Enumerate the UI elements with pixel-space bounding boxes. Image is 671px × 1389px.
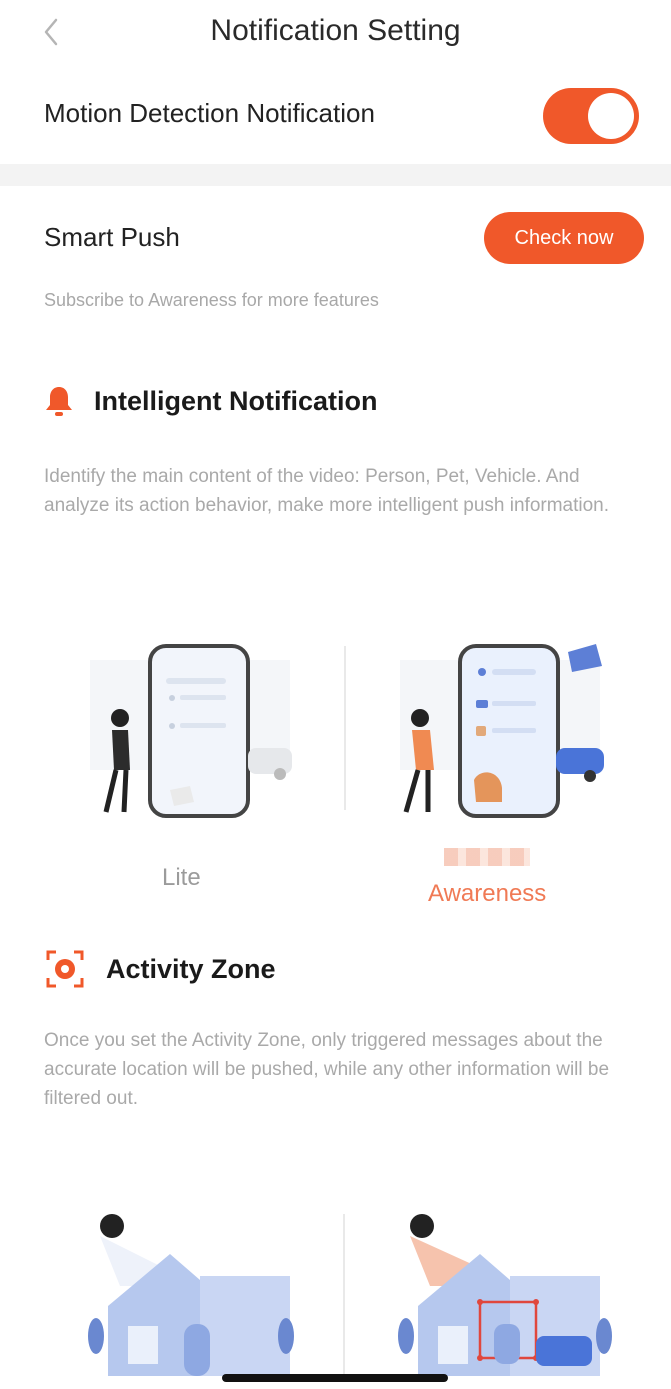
toggle-knob — [588, 93, 634, 139]
illustration-divider-2 — [343, 1214, 345, 1374]
section-separator — [0, 164, 671, 186]
motion-detection-row: Motion Detection Notification — [14, 70, 657, 162]
header: Notification Setting — [0, 0, 671, 64]
subscribe-hint: Subscribe to Awareness for more features — [44, 290, 379, 310]
awareness-illustration — [400, 644, 604, 818]
lite-illustration — [90, 644, 292, 818]
activity-zone-title: Activity Zone — [106, 953, 276, 984]
motion-detection-toggle[interactable] — [543, 88, 639, 144]
intelligent-notification-title: Intelligent Notification — [94, 385, 378, 416]
activity-zone-header: Activity Zone — [44, 948, 276, 990]
lite-plan-label: Lite — [162, 864, 201, 891]
check-now-button[interactable]: Check now — [484, 212, 644, 264]
home-indicator[interactable] — [222, 1374, 448, 1382]
page-title: Notification Setting — [210, 14, 461, 47]
activity-zone-icon — [46, 950, 84, 988]
intelligent-notification-description: Identify the main content of the video: … — [44, 466, 610, 516]
house-camera-illustration — [88, 1214, 294, 1376]
intelligent-notification-header: Intelligent Notification — [44, 384, 378, 418]
bell-icon — [46, 387, 72, 416]
house-activity-zone-illustration — [398, 1214, 612, 1376]
awareness-plan-label: Awareness — [428, 880, 547, 907]
blurred-badge — [444, 848, 530, 866]
smart-push-label: Smart Push — [44, 222, 180, 252]
illustration-divider — [344, 646, 346, 810]
motion-detection-label: Motion Detection Notification — [44, 98, 375, 128]
activity-zone-description: Once you set the Activity Zone, only tri… — [44, 1030, 610, 1109]
